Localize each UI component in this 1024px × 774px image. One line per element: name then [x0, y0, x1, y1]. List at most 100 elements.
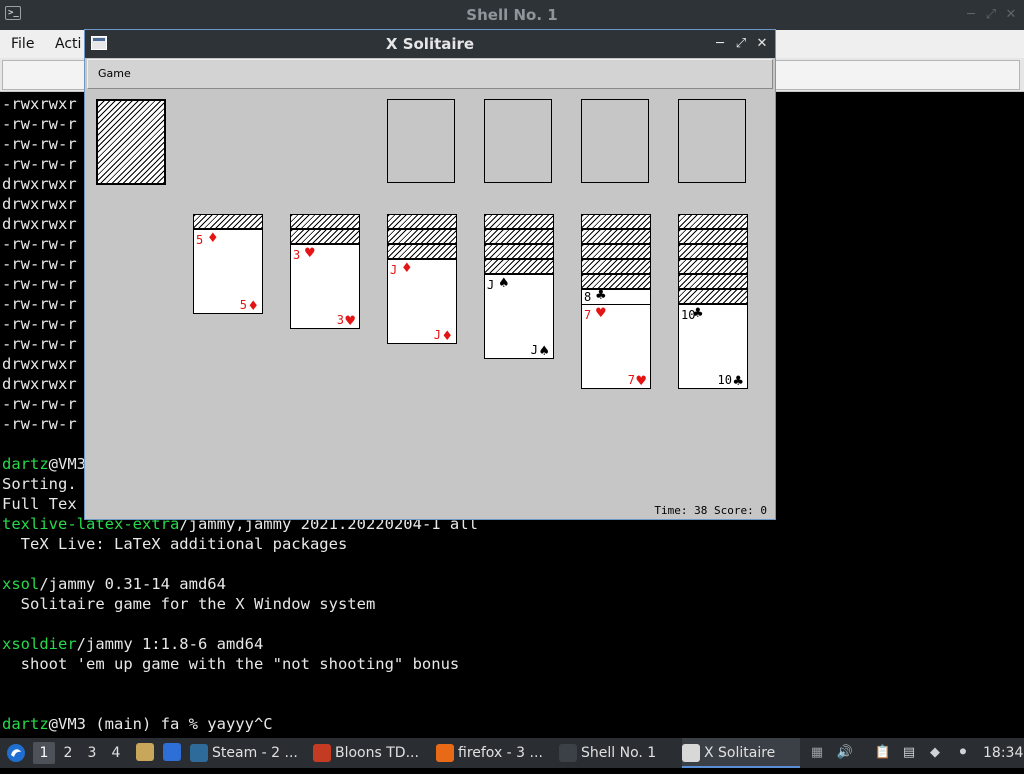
terminal-line: xsoldier/jammy 1:1.8-6 amd64 [2, 634, 263, 654]
terminal-line: drwxrwxr [2, 174, 77, 194]
terminal-line-text: drwxrwxr [2, 375, 77, 393]
scroll-indicator-icon[interactable]: ▦ [808, 744, 826, 762]
facedown-card [193, 214, 263, 229]
tableau-top-card[interactable]: 10 ♣ 10 ♣ [678, 304, 748, 389]
terminal-line-text: -rw-rw-r [2, 295, 77, 313]
terminal-line: Solitaire game for the X Window system [2, 594, 376, 614]
facedown-card [290, 214, 360, 229]
taskbar-task[interactable]: Shell No. 1 [559, 738, 679, 768]
facedown-card [484, 214, 554, 229]
terminal-line-text: TeX Live: LaTeX additional packages [2, 535, 348, 553]
tableau-card[interactable]: 8 ♣ [581, 288, 651, 305]
card-suit: ♣ [692, 306, 704, 321]
tableau-top-card[interactable]: 7 ♥ 7 ♥ [581, 304, 651, 389]
menu-actions[interactable]: Acti [55, 30, 81, 58]
window-icon [682, 744, 700, 762]
card-suit: ♥ [304, 246, 316, 261]
terminal-line-text: drwxrwxr [2, 215, 77, 233]
terminal-line-highlight: dartz [2, 715, 49, 733]
terminal-line: drwxrwxr [2, 374, 77, 394]
card-rank: 8 [584, 290, 592, 304]
terminal-line-text: /jammy 0.31-14 amd64 [39, 575, 226, 593]
minimize-icon[interactable]: ─ [962, 6, 980, 24]
terminal-line-highlight: xsol [2, 575, 40, 593]
terminal-line-text: -rw-rw-r [2, 115, 77, 133]
facedown-card [387, 214, 457, 229]
card-suit: ♣ [595, 288, 607, 303]
volume-icon[interactable]: 🔊 [836, 744, 854, 762]
taskbar-task[interactable]: X Solitaire [682, 738, 800, 768]
workspace-4[interactable]: 4 [105, 742, 127, 764]
terminal-line: -rw-rw-r [2, 134, 77, 154]
tableau-top-card[interactable]: J ♠ J ♠ [484, 274, 554, 359]
maximize-icon[interactable]: ⤢ [732, 35, 750, 53]
terminal-line-highlight: dartz [2, 455, 49, 473]
maximize-icon[interactable]: ⤢ [982, 6, 1000, 24]
foundation-slot[interactable] [581, 99, 649, 183]
terminal-line-text: -rwxrwxr [2, 95, 77, 113]
terminal-line: -rwxrwxr [2, 94, 77, 114]
terminal-line: -rw-rw-r [2, 274, 77, 294]
workspace-1[interactable]: 1 [33, 742, 55, 764]
card-rank: 10 [717, 373, 732, 387]
close-icon[interactable]: ✕ [753, 35, 771, 53]
facedown-card [678, 274, 748, 289]
card-table[interactable]: 5 ♦ 5 ♦ 3 ♥ 3 ♥ J ♦ J ♦ J ♠ J ♠ 8 ♣ 7 ♥ 7 ♥ 10 ♣ 10 ♣ Time: 38 Sc… [87, 89, 773, 519]
facedown-card [484, 229, 554, 244]
workspace-2[interactable]: 2 [57, 742, 79, 764]
clipboard-icon[interactable]: 📋 [874, 744, 892, 762]
facedown-card [581, 244, 651, 259]
taskbar-task-label: X Solitaire [704, 745, 776, 761]
taskbar: 1234 Steam - 2 ... Bloons TD... firefox - … [0, 738, 1024, 768]
foundation-slot[interactable] [484, 99, 552, 183]
taskbar-task[interactable]: Steam - 2 ... [190, 738, 310, 768]
menu-file[interactable]: File [11, 30, 34, 58]
terminal-line-text: /jammy 1:1.8-6 amd64 [76, 635, 264, 653]
taskbar-task-label: Bloons TD... [335, 745, 419, 761]
card-suit: ♥ [595, 306, 607, 321]
tableau-top-card[interactable]: J ♦ J ♦ [387, 259, 457, 344]
card-suit: ♦ [247, 299, 259, 314]
minimize-icon[interactable]: ─ [711, 35, 729, 53]
close-icon[interactable]: ✕ [1002, 6, 1020, 24]
file-manager-icon[interactable] [136, 738, 158, 768]
terminal-line: -rw-rw-r [2, 414, 77, 434]
terminal-line-text: -rw-rw-r [2, 275, 77, 293]
taskbar-task[interactable]: Bloons TD... [313, 738, 433, 768]
terminal-line-text: shoot 'em up game with the "not shooting… [2, 655, 460, 673]
terminal-line: -rw-rw-r [2, 114, 77, 134]
status-bar: Time: 38 Score: 0 [654, 504, 767, 517]
terminal-line-text: Sorting. [2, 475, 77, 493]
taskbar-task[interactable]: firefox - 3 ... [436, 738, 556, 768]
card-suit: ♠ [498, 276, 510, 291]
terminal-icon [559, 744, 577, 762]
start-menu-icon[interactable] [6, 738, 28, 768]
workspace-3[interactable]: 3 [81, 742, 103, 764]
terminal-line-text: -rw-rw-r [2, 415, 77, 433]
terminal-line: -rw-rw-r [2, 334, 77, 354]
card-rank: 5 [196, 233, 204, 247]
updates-icon[interactable]: ◆ [926, 744, 944, 762]
show-desktop-icon[interactable] [163, 738, 185, 768]
card-suit: ♦ [401, 261, 413, 276]
terminal-line-text: @VM3 (main) fa % yayyy^C [48, 715, 273, 733]
facedown-card [290, 229, 360, 244]
menu-game[interactable]: Game [98, 60, 131, 88]
facedown-card [387, 229, 457, 244]
foundation-slot[interactable] [387, 99, 455, 183]
tableau-top-card[interactable]: 5 ♦ 5 ♦ [193, 229, 263, 314]
terminal-line: -rw-rw-r [2, 314, 77, 334]
steam-tray-icon[interactable]: ⚫ [954, 744, 972, 762]
tableau-top-card[interactable]: 3 ♥ 3 ♥ [290, 244, 360, 329]
network-icon[interactable]: ▤ [900, 744, 918, 762]
solitaire-titlebar[interactable]: X Solitaire ─ ⤢ ✕ [85, 30, 775, 58]
facedown-card [678, 214, 748, 229]
clock[interactable]: 18:34 [983, 738, 1023, 768]
solitaire-title: X Solitaire [385, 35, 475, 53]
firefox-icon [436, 744, 454, 762]
terminal-line-text: -rw-rw-r [2, 315, 77, 333]
terminal-titlebar[interactable]: >_ Shell No. 1 ─ ⤢ ✕ [0, 0, 1024, 30]
terminal-title: Shell No. 1 [466, 6, 558, 24]
stock-pile[interactable] [96, 99, 166, 185]
foundation-slot[interactable] [678, 99, 746, 183]
